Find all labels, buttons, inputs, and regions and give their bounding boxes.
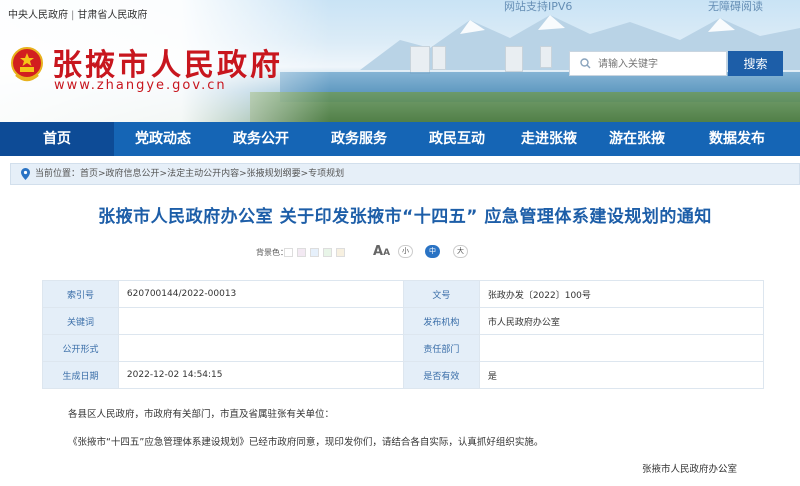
article-body: 《张掖市“十四五”应急管理体系建设规划》已经市政府同意，现印发你们，请结合各自实… <box>68 437 544 448</box>
article-signature: 张掖市人民政府办公室 <box>642 464 738 475</box>
main-content: 当前位置：首页>政府信息公开>法定主动公开内容>张掖规划纲要>专项规划 张掖市人… <box>10 156 800 486</box>
font-size-icon: AA <box>373 244 391 259</box>
location-pin-icon <box>21 168 30 180</box>
meta-value: 是 <box>478 361 765 389</box>
link-gansu-gov[interactable]: 甘肃省人民政府 <box>77 6 147 21</box>
nav-tourism[interactable]: 游在张掖 <box>592 122 682 156</box>
search-input[interactable] <box>596 54 728 75</box>
bg-swatch-pink[interactable] <box>297 248 306 257</box>
table-row: 关键词 发布机构 市人民政府办公室 <box>42 307 765 335</box>
nav-gov-affairs-open[interactable]: 政务公开 <box>212 122 310 156</box>
font-size-medium[interactable]: 中 <box>425 245 440 258</box>
meta-value <box>117 334 404 362</box>
search-button[interactable]: 搜索 <box>728 51 783 76</box>
breadcrumb: 当前位置：首页>政府信息公开>法定主动公开内容>张掖规划纲要>专项规划 <box>10 163 800 185</box>
building <box>432 46 446 70</box>
national-emblem-icon <box>11 47 43 82</box>
breadcrumb-text[interactable]: 当前位置：首页>政府信息公开>法定主动公开内容>张掖规划纲要>专项规划 <box>35 164 344 184</box>
nav-party-news[interactable]: 党政动态 <box>114 122 212 156</box>
bg-swatch-blue[interactable] <box>310 248 319 257</box>
accessible-reading-link[interactable]: 无障碍阅读 <box>708 0 763 14</box>
meta-value: 市人民政府办公室 <box>478 307 765 335</box>
grass-scenery <box>250 92 800 122</box>
nav-gov-services[interactable]: 政务服务 <box>310 122 408 156</box>
search-box <box>569 51 728 76</box>
font-size-large[interactable]: 大 <box>453 245 468 258</box>
bg-swatch-white[interactable] <box>284 248 293 257</box>
bg-swatch-yellow[interactable] <box>336 248 345 257</box>
meta-value: 张政办发〔2022〕100号 <box>478 280 765 308</box>
meta-label: 公开形式 <box>42 334 119 362</box>
font-size-small[interactable]: 小 <box>398 245 413 258</box>
search-icon <box>580 58 591 69</box>
top-links: 中央人民政府 | 甘肃省人民政府 <box>8 6 147 21</box>
bg-swatch-green[interactable] <box>323 248 332 257</box>
article-salutation: 各县区人民政府，市政府有关部门，市直及省属驻张有关单位： <box>68 409 335 420</box>
meta-value <box>117 307 404 335</box>
nav-data-release[interactable]: 数据发布 <box>682 122 792 156</box>
meta-value <box>478 334 765 362</box>
site-url: www.zhangye.gov.cn <box>54 78 227 93</box>
meta-value: 2022-12-02 14:54:15 <box>117 361 404 389</box>
nav-home[interactable]: 首页 <box>0 122 114 156</box>
link-central-gov[interactable]: 中央人民政府 <box>8 6 68 21</box>
meta-label: 关键词 <box>42 307 119 335</box>
meta-label: 生成日期 <box>42 361 119 389</box>
nav-interaction[interactable]: 政民互动 <box>408 122 506 156</box>
table-row: 公开形式 责任部门 <box>42 334 765 362</box>
meta-label: 文号 <box>402 280 480 308</box>
meta-label: 索引号 <box>42 280 119 308</box>
building <box>540 46 552 68</box>
main-nav: 首页 党政动态 政务公开 政务服务 政民互动 走进张掖 游在张掖 数据发布 <box>0 122 800 156</box>
nav-about-zhangye[interactable]: 走进张掖 <box>506 122 592 156</box>
meta-label: 责任部门 <box>402 334 480 362</box>
table-row: 生成日期 2022-12-02 14:54:15 是否有效 是 <box>42 361 765 389</box>
ipv6-label: 网站支持IPV6 <box>504 0 573 13</box>
article-title: 张掖市人民政府办公室 关于印发张掖市“十四五” 应急管理体系建设规划的通知 <box>98 207 712 227</box>
document-metadata-table: 索引号 620700144/2022-00013 文号 张政办发〔2022〕10… <box>42 280 765 389</box>
building <box>505 46 523 72</box>
building <box>410 46 430 74</box>
table-row: 索引号 620700144/2022-00013 文号 张政办发〔2022〕10… <box>42 280 765 308</box>
meta-label: 是否有效 <box>402 361 480 389</box>
meta-value: 620700144/2022-00013 <box>117 280 404 308</box>
meta-label: 发布机构 <box>402 307 480 335</box>
